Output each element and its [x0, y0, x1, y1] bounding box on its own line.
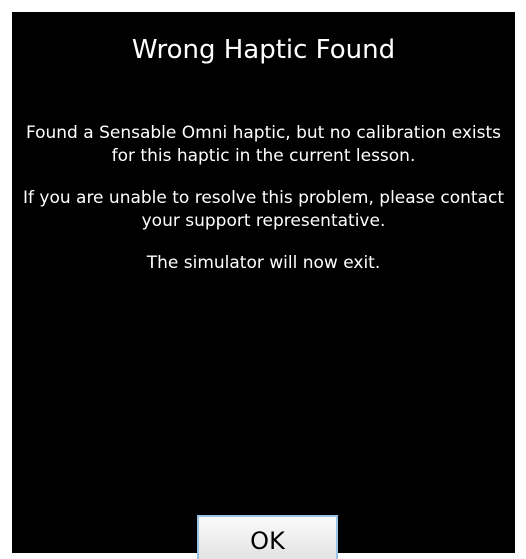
dialog-title: Wrong Haptic Found: [131, 35, 396, 65]
dialog-message: Found a Sensable Omni haptic, but no cal…: [22, 122, 505, 294]
message-line-support: If you are unable to resolve this proble…: [22, 188, 505, 231]
message-line-exit: The simulator will now exit.: [146, 253, 381, 273]
ok-button[interactable]: OK: [197, 515, 338, 559]
error-dialog: Wrong Haptic Found Found a Sensable Omni…: [12, 12, 515, 559]
message-line-calibration: Found a Sensable Omni haptic, but no cal…: [25, 123, 502, 166]
